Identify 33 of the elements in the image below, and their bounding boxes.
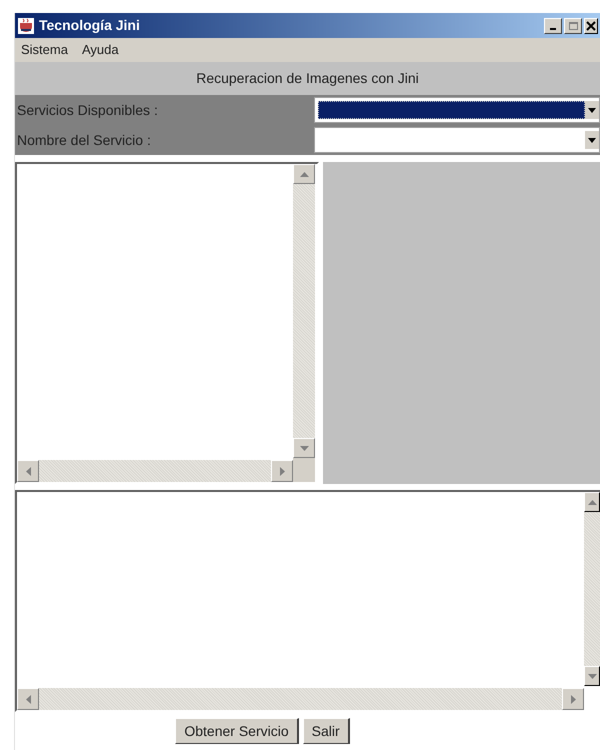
right-arrow-icon [570,694,576,704]
menu-item[interactable]: Sistema [21,40,68,60]
window-title: Tecnología Jini [39,16,140,35]
left-arrow-icon [26,466,30,476]
left-arrow-icon [26,694,30,704]
up-arrow-icon [588,500,596,504]
horizontal-scrollbar[interactable] [17,460,293,482]
scroll-down-button[interactable] [584,666,600,686]
dropdown-arrow-icon [588,108,596,112]
action-button[interactable]: Obtener Servicio [175,718,299,744]
maximize-button[interactable] [564,18,582,34]
close-button[interactable] [584,18,598,34]
right-arrow-icon [280,466,284,476]
down-arrow-icon [300,446,308,450]
field-label: Servicios Disponibles : [16,100,159,120]
scroll-left-button[interactable] [17,688,39,710]
scroll-up-button[interactable] [584,492,600,512]
minimize-button[interactable] [544,18,562,34]
scrollbar-corner [293,458,315,482]
scroll-left-button[interactable] [17,460,39,482]
scroll-right-button[interactable] [271,460,293,482]
header-title: Recuperacion de Imagenes con Jini [196,69,419,88]
field-label: Nombre del Servicio : [16,130,152,150]
scroll-right-button[interactable] [562,688,584,710]
vertical-scrollbar[interactable] [584,492,600,686]
up-arrow-icon [300,172,308,176]
app-icon [17,16,35,34]
dropdown-arrow-icon [588,138,596,142]
horizontal-scrollbar[interactable] [17,688,584,710]
menu-item[interactable]: Ayuda [82,40,119,60]
down-arrow-icon [588,674,596,678]
action-button[interactable]: Salir [302,718,350,744]
dropdown[interactable] [314,97,600,123]
